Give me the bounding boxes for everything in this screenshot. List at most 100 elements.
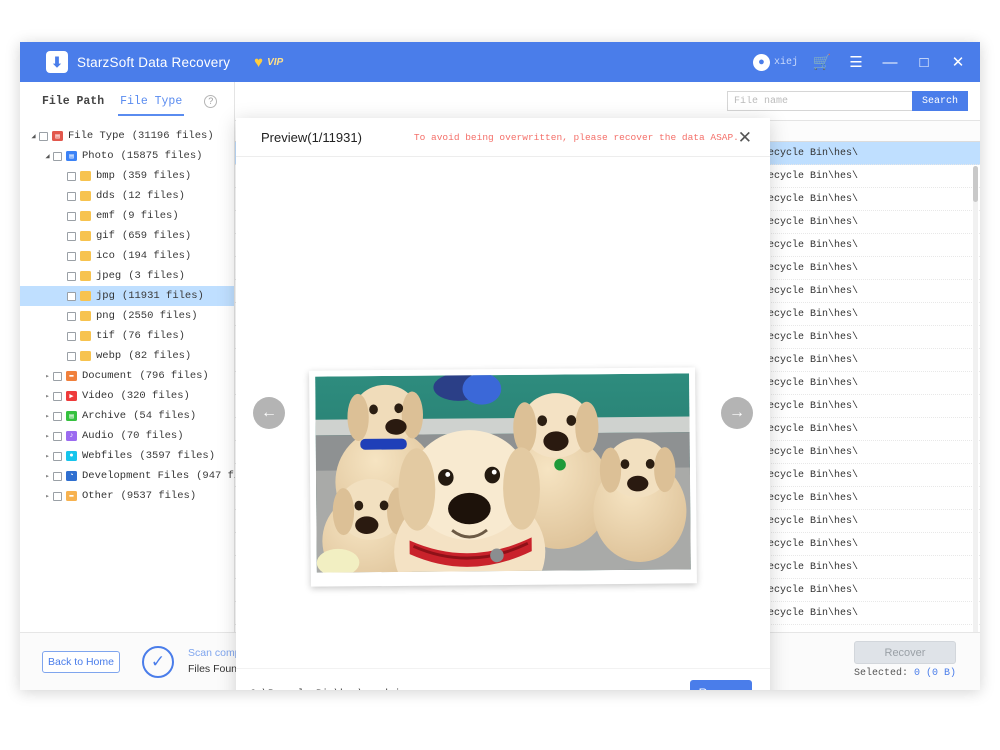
tree-node-dds[interactable]: dds (12 files) — [20, 186, 234, 206]
folder-icon — [80, 331, 91, 341]
selected-label: Selected: — [853, 668, 914, 679]
tree-node-count: (194 files) — [121, 250, 192, 262]
tree-node-checkbox[interactable] — [67, 231, 76, 241]
tree-node-label: Archive — [82, 410, 127, 422]
tree-node-gif[interactable]: gif (659 files) — [20, 226, 234, 246]
tree-node-checkbox[interactable] — [67, 351, 76, 361]
tree-node-count: (31196 files) — [131, 130, 214, 142]
tree-node-checkbox[interactable] — [67, 211, 76, 221]
tree-node-count: (76 files) — [121, 330, 185, 342]
tree-node-label: dds — [96, 190, 115, 202]
preview-dialog-header: Preview(1/11931) To avoid being overwrit… — [236, 118, 770, 157]
tree-node-webp[interactable]: webp (82 files) — [20, 346, 234, 366]
tree-node-count: (82 files) — [128, 350, 192, 362]
tree-node-checkbox[interactable] — [53, 151, 62, 161]
search-input[interactable] — [726, 91, 912, 111]
devfiles-icon: ◔ — [66, 471, 77, 481]
tree-node-label: gif — [96, 230, 115, 242]
tab-file-type[interactable]: File Type — [112, 95, 190, 116]
tree-node-checkbox[interactable] — [67, 311, 76, 321]
tree-node-checkbox[interactable] — [53, 411, 62, 421]
tree-node-ico[interactable]: ico (194 files) — [20, 246, 234, 266]
tree-node-checkbox[interactable] — [53, 491, 62, 501]
tree-node-tif[interactable]: tif (76 files) — [20, 326, 234, 346]
folder-icon — [80, 211, 91, 221]
username-label: xiej — [773, 56, 798, 68]
chevron-right-icon[interactable]: ▸ — [42, 492, 53, 501]
tree-node-photo[interactable]: ◢ ▤ Photo (15875 files) — [20, 146, 234, 166]
window-body: File Path File Type ? ◢ ▤ File Type (31196 … — [20, 82, 980, 690]
avatar[interactable]: ● — [752, 53, 770, 71]
vip-badge[interactable]: ♥ VIP — [254, 55, 283, 70]
help-icon[interactable]: ? — [204, 94, 218, 108]
tree-node-video[interactable]: ▸ ▶ Video (320 files) — [20, 386, 234, 406]
audio-icon: ♪ — [66, 431, 77, 441]
chevron-down-icon[interactable]: ◢ — [42, 152, 53, 161]
tree-node-audio[interactable]: ▸ ♪ Audio (70 files) — [20, 426, 234, 446]
menu-icon[interactable]: ☰ — [846, 55, 866, 70]
recover-button[interactable]: Recover — [690, 680, 752, 690]
tree-node-jpg[interactable]: jpg (11931 files) — [20, 286, 234, 306]
folder-icon — [80, 171, 91, 181]
tree-node-checkbox[interactable] — [67, 331, 76, 341]
chevron-right-icon[interactable]: ▸ — [42, 372, 53, 381]
tree-node-checkbox[interactable] — [53, 391, 62, 401]
app-logo-icon: ⬇ — [46, 51, 68, 73]
tree-node-png[interactable]: png (2550 files) — [20, 306, 234, 326]
tree-node-count: (12 files) — [121, 190, 185, 202]
document-icon: ▬ — [66, 371, 77, 381]
cell-path: C:\Recycle Bin\hes\ — [735, 607, 980, 619]
footer-actions: Recover Selected: 0 (0 B) — [854, 641, 956, 679]
chevron-right-icon[interactable]: ▸ — [42, 472, 53, 481]
tree-node-checkbox[interactable] — [53, 431, 62, 441]
chevron-right-icon[interactable]: ▸ — [42, 412, 53, 421]
preview-dialog: Preview(1/11931) To avoid being overwrit… — [236, 118, 770, 690]
close-icon[interactable]: ✕ — [738, 129, 752, 146]
chevron-down-icon[interactable]: ◢ — [28, 132, 39, 141]
tree-node-emf[interactable]: emf (9 files) — [20, 206, 234, 226]
tree-node-checkbox[interactable] — [53, 371, 62, 381]
tree-node-document[interactable]: ▸ ▬ Document (796 files) — [20, 366, 234, 386]
close-icon[interactable]: ✕ — [948, 55, 968, 70]
tree-node-archive[interactable]: ▸ ▤ Archive (54 files) — [20, 406, 234, 426]
vertical-scrollbar[interactable] — [973, 166, 978, 636]
cell-path: C:\Recycle Bin\hes\ — [735, 170, 980, 182]
tree-node-bmp[interactable]: bmp (359 files) — [20, 166, 234, 186]
cell-path: C:\Recycle Bin\hes\ — [735, 193, 980, 205]
next-arrow-icon[interactable]: → — [721, 396, 753, 429]
search-button[interactable]: Search — [911, 91, 968, 111]
column-header-path[interactable]: Path — [735, 125, 980, 137]
sidebar: File Path File Type ? ◢ ▤ File Type (31196 … — [20, 82, 265, 690]
back-to-home-button[interactable]: Back to Home — [42, 650, 120, 673]
chevron-right-icon[interactable]: ▸ — [42, 452, 53, 461]
preview-file-path: C:\Recycle Bin\hes\road.jpg — [250, 689, 412, 690]
tree-node-file-type[interactable]: ◢ ▤ File Type (31196 files) — [20, 126, 234, 146]
tree-node-checkbox[interactable] — [67, 171, 76, 181]
chevron-right-icon[interactable]: ▸ — [42, 392, 53, 401]
tree-node-count: (796 files) — [139, 370, 209, 382]
tree-node-count: (359 files) — [121, 170, 192, 182]
tree-node-checkbox[interactable] — [53, 471, 62, 481]
chevron-right-icon[interactable]: ▸ — [42, 432, 53, 441]
tree-node-jpeg[interactable]: jpeg (3 files) — [20, 266, 234, 286]
folder-icon — [80, 251, 91, 261]
cell-path: C:\Recycle Bin\hes\ — [735, 285, 980, 297]
webfiles-icon: ● — [66, 451, 77, 461]
cart-icon[interactable]: 🛒 — [812, 55, 832, 70]
minimize-icon[interactable]: — — [880, 55, 900, 70]
scrollbar-thumb[interactable] — [973, 166, 978, 202]
tree-node-development-files[interactable]: ▸ ◔ Development Files (947 files) — [20, 466, 265, 486]
maximize-icon[interactable]: □ — [914, 55, 934, 70]
previous-arrow-icon[interactable]: ← — [253, 396, 285, 429]
tab-file-path[interactable]: File Path — [34, 95, 112, 108]
tree-node-checkbox[interactable] — [67, 271, 76, 281]
preview-dialog-body: ← → — [236, 157, 770, 668]
cell-path: C:\Recycle Bin\hes\ — [735, 147, 980, 159]
tree-node-checkbox[interactable] — [67, 291, 76, 301]
tree-node-checkbox[interactable] — [67, 251, 76, 261]
tree-node-checkbox[interactable] — [39, 131, 48, 141]
tree-node-checkbox[interactable] — [53, 451, 62, 461]
tree-node-webfiles[interactable]: ▸ ● Webfiles (3597 files) — [20, 446, 234, 466]
tree-node-other[interactable]: ▸ ▬ Other (9537 files) — [20, 486, 234, 506]
tree-node-checkbox[interactable] — [67, 191, 76, 201]
